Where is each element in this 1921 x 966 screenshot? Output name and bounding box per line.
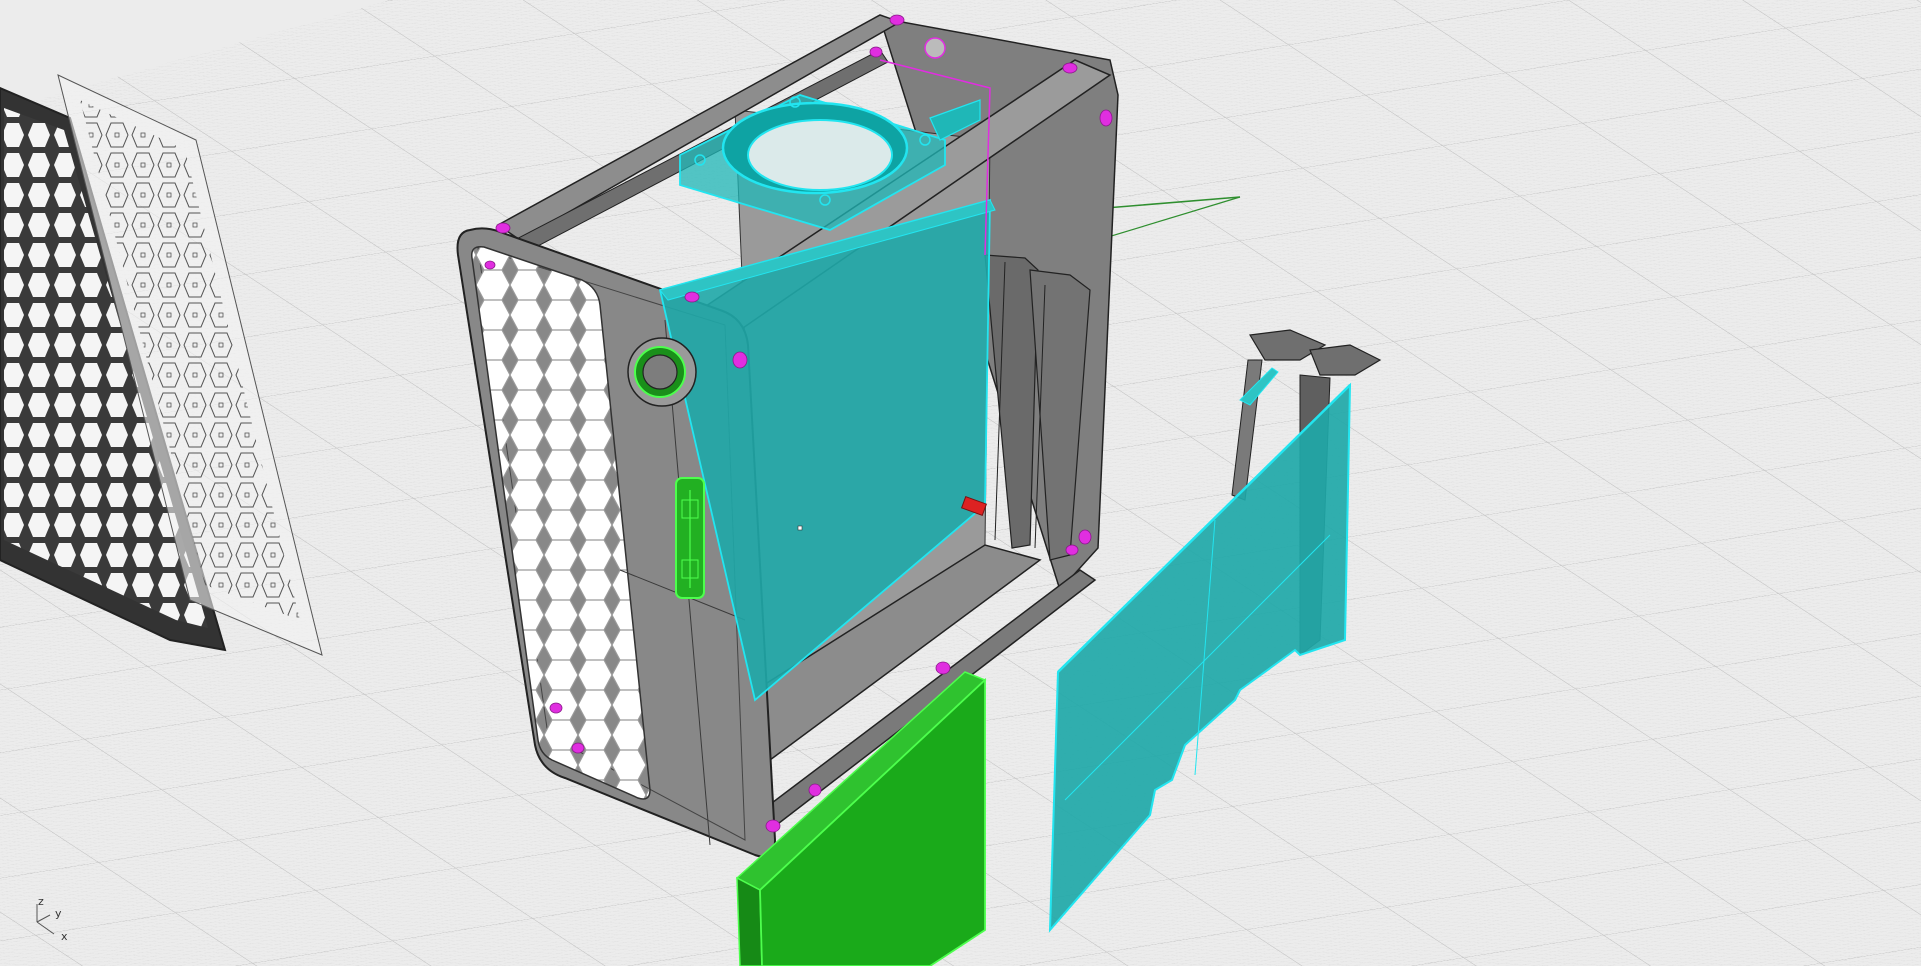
perspective-viewport[interactable]: z y x bbox=[0, 0, 1921, 966]
axis-y-label: y bbox=[55, 907, 62, 920]
axis-x-label: x bbox=[61, 930, 68, 943]
power-button[interactable] bbox=[627, 337, 697, 407]
axis-z-label: z bbox=[38, 895, 44, 908]
3d-scene[interactable]: z y x bbox=[0, 0, 1921, 966]
mount-hole bbox=[924, 37, 946, 59]
usb-ports[interactable] bbox=[675, 477, 705, 599]
